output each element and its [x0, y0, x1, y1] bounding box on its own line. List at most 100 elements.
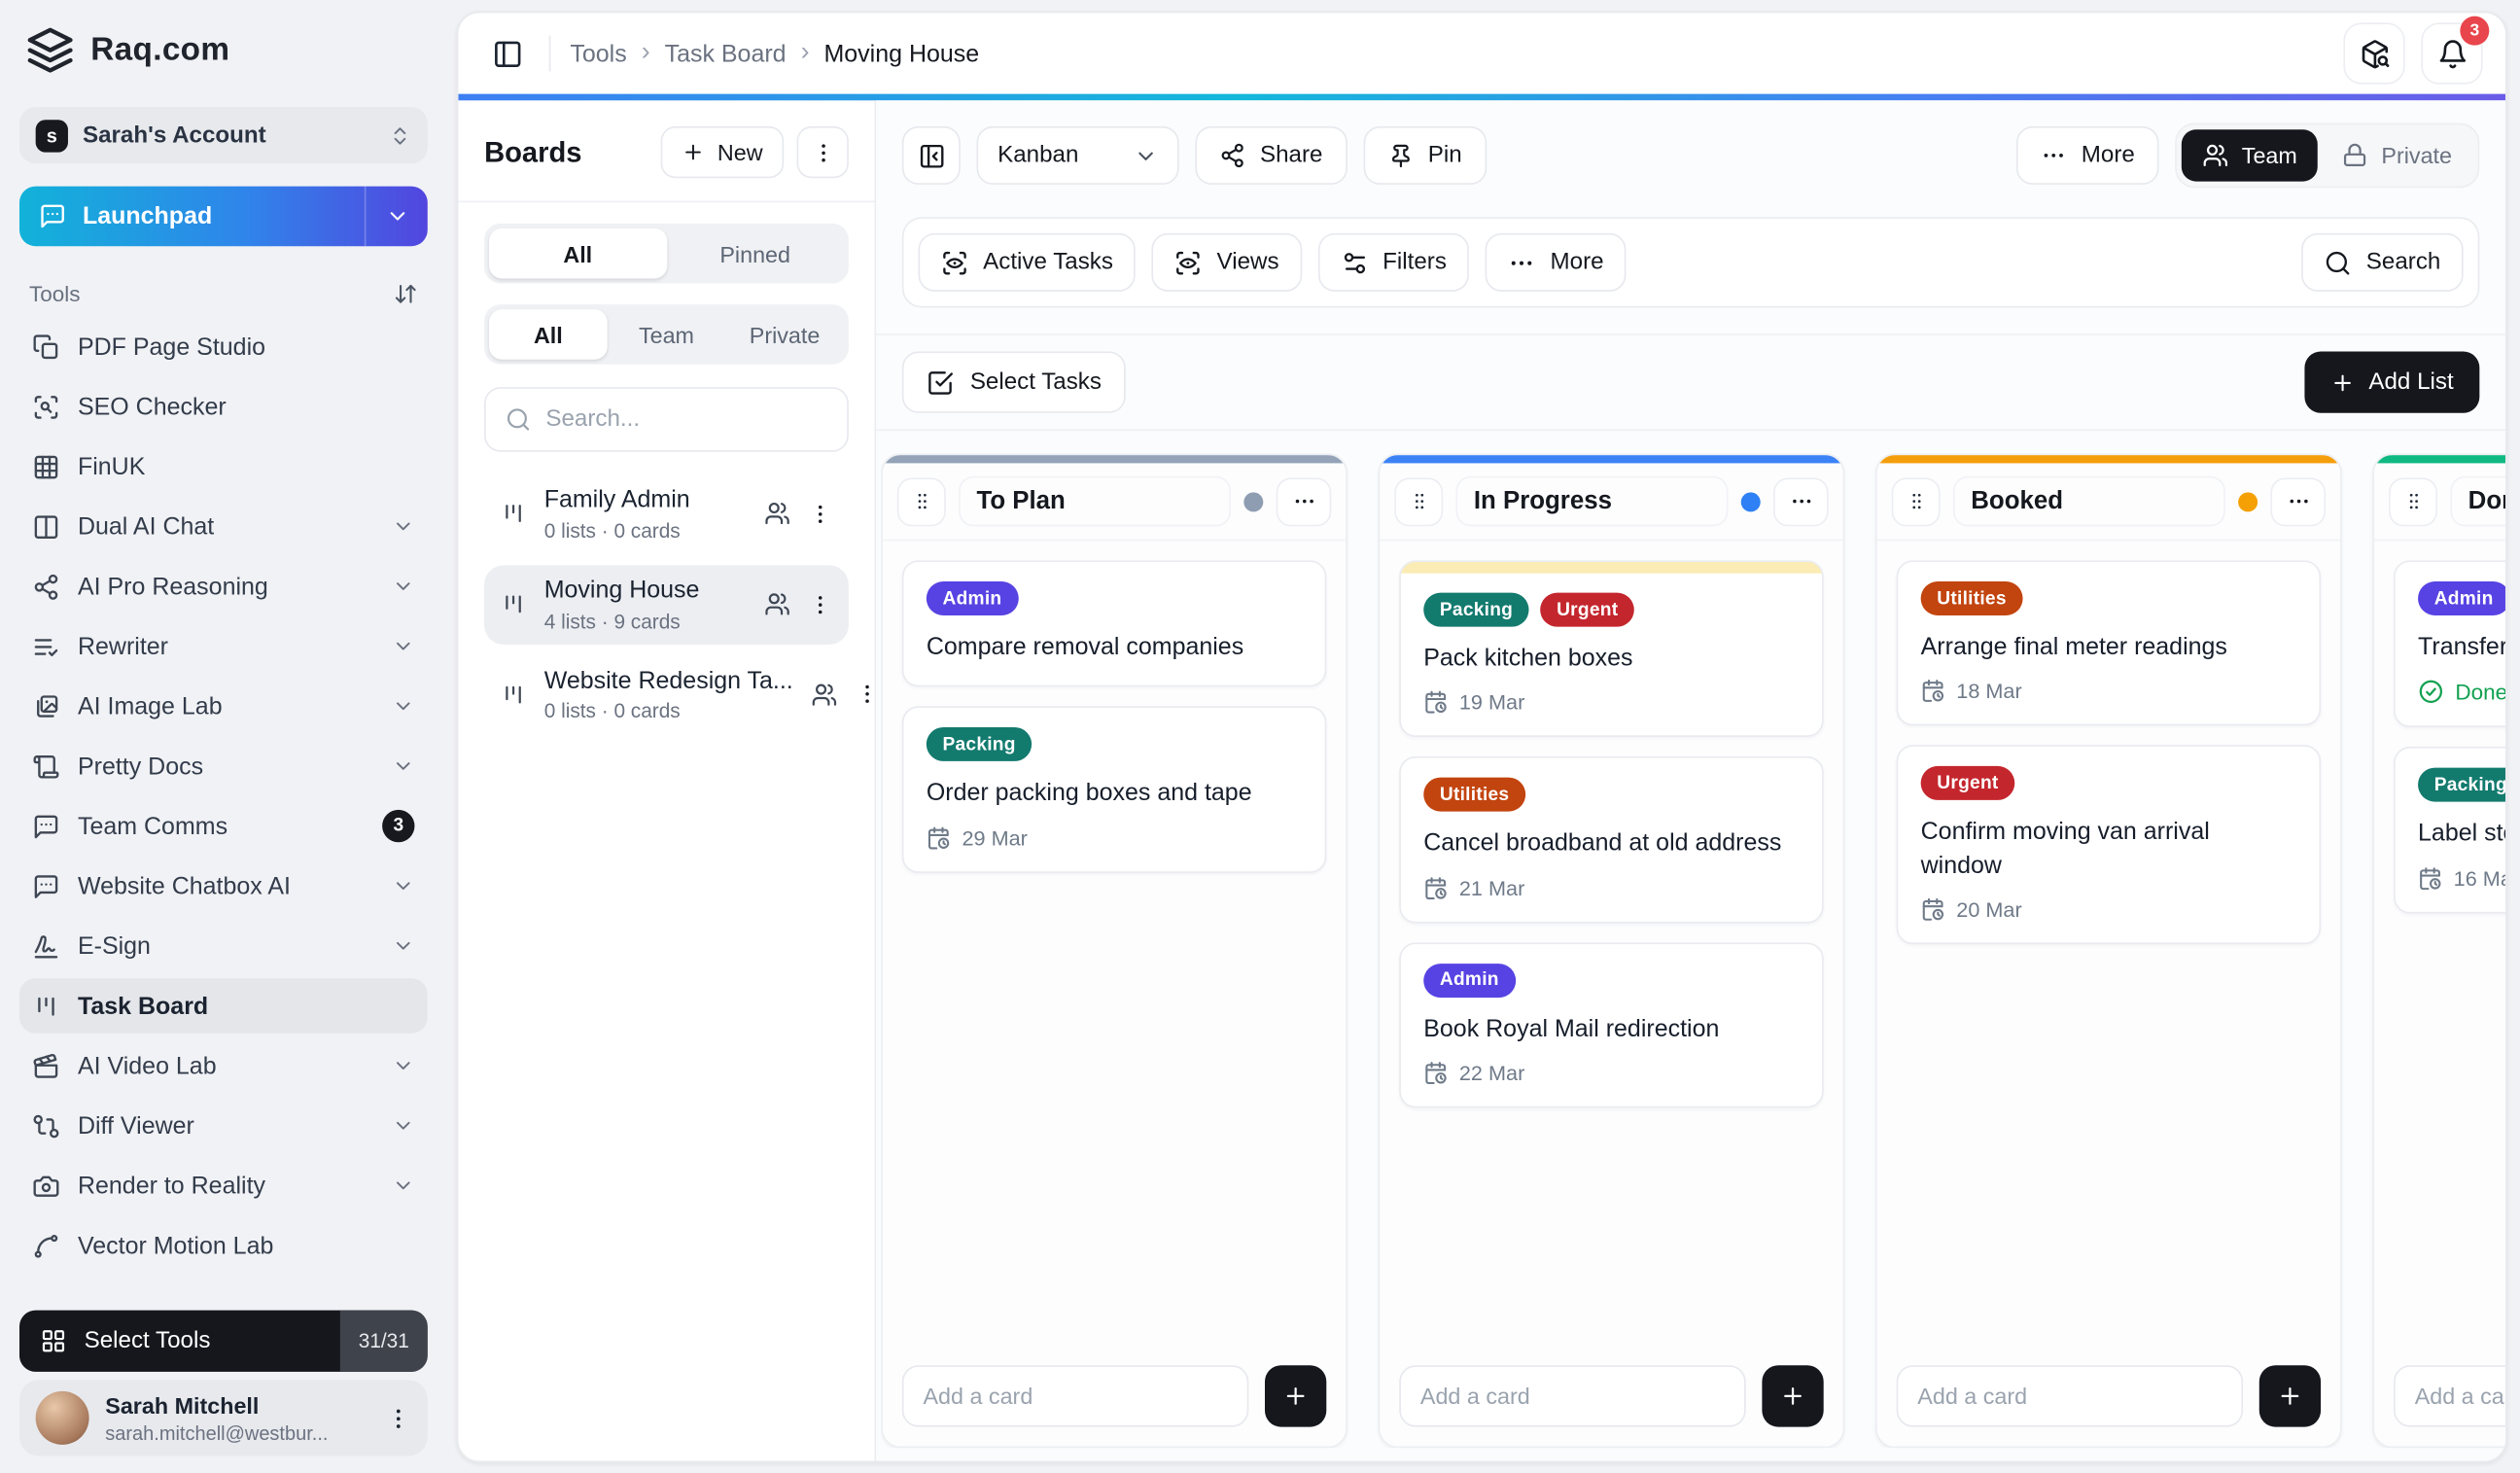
- tag-urgent: Urgent: [1540, 593, 1634, 627]
- sidebar-item-ai-pro-reasoning[interactable]: AI Pro Reasoning: [19, 559, 428, 614]
- column-title[interactable]: In Progress: [1456, 476, 1729, 527]
- view-mode-select[interactable]: Kanban: [976, 126, 1178, 185]
- tools-section-header: Tools: [29, 282, 418, 306]
- users-icon: [2203, 143, 2229, 169]
- collapse-panel-button[interactable]: [902, 126, 961, 185]
- breadcrumb-item-tools[interactable]: Tools: [570, 40, 626, 67]
- sidebar-item-diff-viewer[interactable]: Diff Viewer: [19, 1098, 428, 1153]
- sidebar-toggle-button[interactable]: [484, 31, 530, 77]
- board-item-family-admin[interactable]: Family Admin 0 lists · 0 cards: [484, 474, 849, 553]
- sidebar-item-render-to-reality[interactable]: Render to Reality: [19, 1158, 428, 1213]
- launchpad-button[interactable]: Launchpad: [19, 187, 428, 247]
- filter-button-filters[interactable]: Filters: [1318, 233, 1470, 292]
- package-search-button[interactable]: [2343, 22, 2404, 84]
- add-card-input[interactable]: [1399, 1366, 1745, 1427]
- calendar-clock-icon: [927, 825, 951, 850]
- column-drag-handle[interactable]: [2389, 477, 2437, 526]
- boards-search-input[interactable]: [545, 406, 827, 433]
- sidebar-item-e-sign[interactable]: E-Sign: [19, 919, 428, 974]
- column-drag-handle[interactable]: [1394, 477, 1443, 526]
- add-card-input[interactable]: [902, 1366, 1248, 1427]
- sidebar-item-rewriter[interactable]: Rewriter: [19, 618, 428, 674]
- task-card[interactable]: Utilities Arrange final meter readings 1…: [1897, 560, 2321, 725]
- more-options-button[interactable]: More: [2016, 126, 2159, 185]
- chevron-down-icon: [385, 204, 409, 228]
- task-card[interactable]: Packing Label stor 16 Mar: [2394, 747, 2505, 912]
- tab-all[interactable]: All: [489, 228, 666, 279]
- sidebar-item-pretty-docs[interactable]: Pretty Docs: [19, 739, 428, 794]
- chevron-down-icon: [392, 695, 414, 718]
- card-title: Transfer c: [2418, 632, 2505, 665]
- sidebar-item-label: Pretty Docs: [78, 753, 374, 780]
- users-icon: [764, 591, 790, 617]
- new-board-button[interactable]: New: [661, 126, 785, 178]
- kebab-icon[interactable]: [808, 502, 832, 526]
- card-status-done: Done: [2418, 679, 2505, 705]
- tools-label: Tools: [29, 282, 80, 306]
- task-card[interactable]: Utilities Cancel broadband at old addres…: [1399, 756, 1823, 922]
- column-menu-button[interactable]: [2270, 477, 2326, 526]
- board-item-moving-house[interactable]: Moving House 4 lists · 9 cards: [484, 565, 849, 644]
- notifications-button[interactable]: 3: [2421, 22, 2482, 84]
- column-menu-button[interactable]: [1773, 477, 1829, 526]
- tab-team[interactable]: Team: [608, 309, 726, 360]
- sidebar-item-seo-checker[interactable]: SEO Checker: [19, 379, 428, 435]
- sidebar-item-finuk[interactable]: FinUK: [19, 438, 428, 494]
- user-profile-card[interactable]: Sarah Mitchell sarah.mitchell@westbur...: [19, 1381, 428, 1456]
- breadcrumb-item-task-board[interactable]: Task Board: [665, 40, 787, 67]
- add-card-button[interactable]: [2259, 1366, 2321, 1427]
- add-card-button[interactable]: [1762, 1366, 1823, 1427]
- breadcrumb-item-moving-house[interactable]: Moving House: [823, 40, 979, 67]
- tab-pinned[interactable]: Pinned: [666, 228, 843, 279]
- board-search-button[interactable]: Search: [2301, 233, 2464, 292]
- sidebar-item-dual-ai-chat[interactable]: Dual AI Chat: [19, 499, 428, 554]
- user-menu-button[interactable]: [385, 1406, 411, 1432]
- column-title[interactable]: Booked: [1953, 476, 2225, 527]
- pin-button[interactable]: Pin: [1363, 126, 1487, 185]
- column-drag-handle[interactable]: [1892, 477, 1941, 526]
- add-list-button[interactable]: Add List: [2304, 351, 2480, 412]
- boards-search[interactable]: [484, 387, 849, 452]
- brand-logo[interactable]: Raq.com: [26, 26, 421, 75]
- sidebar-item-vector-motion-lab[interactable]: Vector Motion Lab: [19, 1218, 428, 1274]
- sort-icon[interactable]: [394, 282, 418, 306]
- calendar-clock-icon: [1921, 896, 1945, 921]
- task-card[interactable]: PackingUrgent Pack kitchen boxes 19 Mar: [1399, 560, 1823, 737]
- add-card-input[interactable]: [2394, 1366, 2505, 1427]
- column-drag-handle[interactable]: [897, 477, 946, 526]
- filter-button-more[interactable]: More: [1486, 233, 1627, 292]
- task-card[interactable]: Packing Order packing boxes and tape 29 …: [902, 707, 1326, 872]
- sidebar-item-task-board[interactable]: Task Board: [19, 978, 428, 1034]
- visibility-private-option[interactable]: Private: [2322, 129, 2473, 181]
- task-card[interactable]: Admin Transfer c Done: [2394, 560, 2505, 727]
- sidebar-item-pdf-page-studio[interactable]: PDF Page Studio: [19, 319, 428, 374]
- select-tools-button[interactable]: Select Tools 31/31: [19, 1311, 428, 1372]
- add-card-button[interactable]: [1265, 1366, 1326, 1427]
- share-label: Share: [1260, 143, 1322, 169]
- sidebar-item-website-chatbox-ai[interactable]: Website Chatbox AI: [19, 859, 428, 914]
- tab-private[interactable]: Private: [725, 309, 844, 360]
- column-title[interactable]: To Plan: [959, 476, 1231, 527]
- select-tasks-button[interactable]: Select Tasks: [902, 351, 1126, 412]
- boards-filter-tabs: AllPinned: [484, 224, 849, 284]
- sidebar-item-ai-video-lab[interactable]: AI Video Lab: [19, 1038, 428, 1094]
- column-menu-button[interactable]: [1277, 477, 1332, 526]
- share-button[interactable]: Share: [1195, 126, 1347, 185]
- column-title[interactable]: Done: [2450, 476, 2505, 527]
- task-card[interactable]: Admin Compare removal companies: [902, 560, 1326, 686]
- task-card[interactable]: Urgent Confirm moving van arrival window…: [1897, 746, 2321, 944]
- filter-button-active-tasks[interactable]: Active Tasks: [919, 233, 1137, 292]
- launchpad-dropdown[interactable]: [366, 187, 427, 247]
- boards-menu-button[interactable]: [797, 126, 849, 178]
- filter-button-views[interactable]: Views: [1152, 233, 1302, 292]
- account-switcher[interactable]: s Sarah's Account: [19, 107, 428, 163]
- visibility-team-option[interactable]: Team: [2182, 129, 2318, 181]
- sidebar-item-team-comms[interactable]: Team Comms 3: [19, 798, 428, 854]
- add-card-input[interactable]: [1897, 1366, 2243, 1427]
- task-card[interactable]: Admin Book Royal Mail redirection 22 Mar: [1399, 942, 1823, 1107]
- kebab-icon[interactable]: [808, 592, 832, 616]
- board-item-website-redesign-ta[interactable]: Website Redesign Ta... 0 lists · 0 cards: [484, 655, 849, 734]
- breadcrumb-separator: ›: [642, 39, 650, 68]
- sidebar-item-ai-image-lab[interactable]: AI Image Lab: [19, 679, 428, 734]
- tab-all[interactable]: All: [489, 309, 608, 360]
